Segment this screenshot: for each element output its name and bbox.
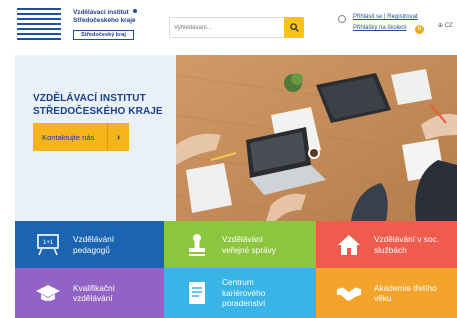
hero-title-line-1: VZDĚLÁVACÍ INSTITUT: [33, 93, 146, 104]
logo-line-1: Vzdělávací institut: [73, 9, 129, 16]
language-label: CZ: [444, 23, 453, 29]
login-register-link[interactable]: Přihlásit se | Registrovat: [353, 14, 418, 20]
logo-dot-icon: [133, 9, 137, 13]
tile-qualification-education[interactable]: Kvalifikační vzdělávání: [15, 268, 164, 318]
language-switcher[interactable]: ⊕ CZ: [438, 22, 453, 29]
house-icon: [336, 232, 362, 258]
globe-icon: ⊕: [438, 23, 444, 29]
tile-teacher-education[interactable]: 1+1 Vzdělávání pedagogů: [15, 221, 164, 268]
hero-title: VZDĚLÁVACÍ INSTITUT STŘEDOČESKÉHO KRAJE: [33, 93, 163, 118]
svg-text:1+1: 1+1: [43, 240, 54, 246]
stamp-icon: [184, 232, 210, 258]
tile-career-counseling-center[interactable]: Centrum kariérového poradenství: [164, 268, 316, 318]
logo-badge: Středočeský kraj: [73, 30, 134, 40]
tile-social-services[interactable]: Vzdělávání v soc. službách: [316, 221, 457, 268]
logo-icon[interactable]: [17, 8, 63, 42]
tile-senior-academy[interactable]: Akademie třetího věku: [316, 268, 457, 318]
contact-us-label: Kontaktujte nás: [42, 132, 95, 142]
contact-us-button[interactable]: Kontaktujte nás ›: [33, 123, 129, 151]
hero-image: [176, 55, 457, 221]
handshake-icon: [336, 280, 362, 306]
graduation-cap-icon: [35, 280, 61, 306]
applications-count-badge: 0: [415, 25, 424, 34]
hero-photo-illustration: [176, 55, 457, 221]
search-icon: [289, 23, 299, 32]
tile-label: Vzdělávání veřejné správy: [222, 234, 276, 255]
logo-line-2: Středočeského kraje: [73, 16, 136, 24]
tile-label: Vzdělávání v soc. službách: [374, 234, 440, 255]
site-header: Vzdělávací institut Středočeského kraje …: [0, 0, 457, 52]
search-button[interactable]: [284, 17, 304, 38]
document-icon: [184, 280, 210, 306]
hero-title-line-2: STŘEDOČESKÉHO KRAJE: [33, 105, 163, 117]
arrow-right-icon: ›: [107, 123, 129, 151]
logo-text[interactable]: Vzdělávací institut Středočeského kraje: [73, 9, 136, 24]
search-box: [169, 17, 304, 38]
search-input[interactable]: [174, 21, 280, 35]
applications-link[interactable]: Přihlášky na školení: [353, 25, 406, 31]
tile-label: Akademie třetího věku: [374, 282, 437, 304]
user-icon: [338, 15, 346, 23]
tile-label: Kvalifikační vzdělávání: [73, 282, 115, 304]
whiteboard-icon: 1+1: [35, 232, 61, 258]
tile-label: Centrum kariérového poradenství: [222, 277, 266, 309]
tile-public-administration[interactable]: Vzdělávání veřejné správy: [164, 221, 316, 268]
hero-section: VZDĚLÁVACÍ INSTITUT STŘEDOČESKÉHO KRAJE …: [15, 55, 457, 221]
tile-label: Vzdělávání pedagogů: [73, 234, 115, 255]
hero-panel: VZDĚLÁVACÍ INSTITUT STŘEDOČESKÉHO KRAJE …: [15, 55, 176, 221]
